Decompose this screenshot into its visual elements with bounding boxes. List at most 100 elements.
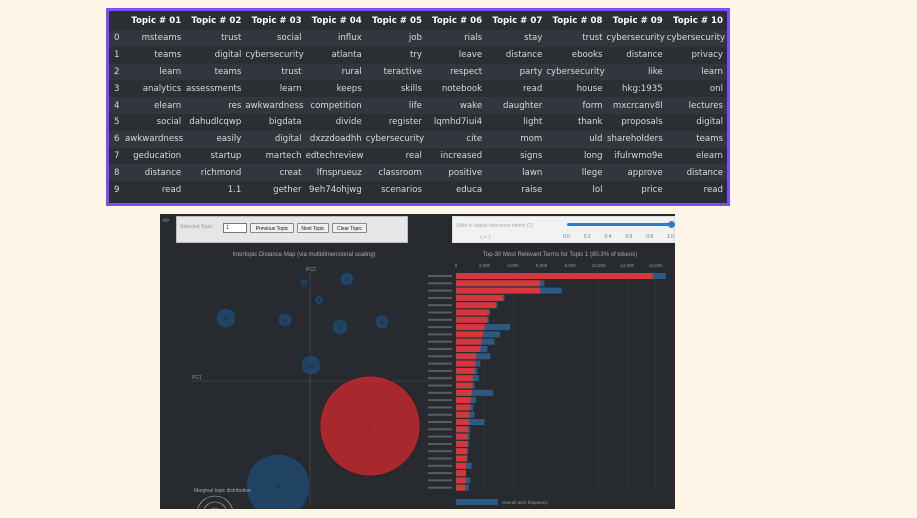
table-cell: res bbox=[228, 100, 242, 111]
term-label[interactable] bbox=[428, 486, 452, 489]
topic-frequency-bar[interactable] bbox=[456, 324, 485, 331]
topic-frequency-bar[interactable] bbox=[456, 389, 472, 396]
term-label[interactable] bbox=[428, 399, 452, 402]
table-cell: cybersecurity bbox=[365, 134, 425, 145]
term-label[interactable] bbox=[428, 377, 452, 380]
topic-frequency-bar[interactable] bbox=[456, 382, 473, 389]
term-label[interactable] bbox=[428, 348, 452, 350]
selected-topic-input[interactable]: 1 bbox=[223, 223, 247, 233]
next-topic-button[interactable]: Next Topic bbox=[297, 223, 329, 233]
map-title: Intertopic Distance Map (via multidimens… bbox=[232, 252, 375, 258]
bar-axis-tick-label: 8,000 bbox=[565, 263, 577, 268]
topic-frequency-bar[interactable] bbox=[456, 331, 484, 338]
term-label[interactable] bbox=[428, 479, 452, 482]
selected-topic-label: Selected Topic: bbox=[180, 224, 214, 230]
table-cell: ifulrwmo9e bbox=[614, 150, 663, 161]
table-cell: learn bbox=[701, 66, 723, 77]
term-label[interactable] bbox=[428, 442, 452, 445]
topic-frequency-bar[interactable] bbox=[456, 484, 466, 491]
topic-frequency-bar[interactable] bbox=[456, 448, 468, 455]
relevance-slider-thumb[interactable] bbox=[667, 221, 675, 228]
term-label[interactable] bbox=[428, 472, 452, 475]
topic-frequency-bar[interactable] bbox=[456, 273, 653, 279]
table-cell: dxzzdoadhh bbox=[309, 134, 362, 145]
term-label[interactable] bbox=[428, 275, 452, 277]
topic-frequency-bar[interactable] bbox=[456, 346, 481, 352]
term-label[interactable] bbox=[428, 340, 452, 343]
term-label[interactable] bbox=[428, 428, 452, 431]
term-label[interactable] bbox=[428, 362, 452, 365]
topic-frequency-bar[interactable] bbox=[456, 309, 489, 316]
topic-frequency-bar[interactable] bbox=[456, 411, 470, 418]
table-cell: cybersecurity bbox=[546, 66, 605, 77]
table-cell: keeps bbox=[336, 83, 362, 94]
topic-frequency-bar[interactable] bbox=[456, 440, 468, 447]
table-row: 8 distance richmond creat lfnsprueuz classroo… bbox=[109, 164, 727, 182]
term-label[interactable] bbox=[428, 289, 452, 292]
topic-frequency-bar[interactable] bbox=[456, 294, 504, 301]
relevance-slider-label: Slide to adjust relevance metric:(2) bbox=[456, 223, 533, 229]
table-cell: startup bbox=[210, 150, 242, 161]
clear-topic-button[interactable]: Clear Topic bbox=[332, 223, 367, 233]
code-toggle-icon[interactable]: </> bbox=[162, 218, 169, 224]
topic-frequency-bar[interactable] bbox=[456, 287, 541, 294]
topic-frequency-bar[interactable] bbox=[456, 353, 476, 360]
table-cell: awkwardness bbox=[125, 134, 184, 145]
lambda-value: λ = 1 bbox=[480, 235, 491, 241]
table-cell: creat bbox=[279, 167, 302, 178]
term-label[interactable] bbox=[428, 369, 452, 372]
topic-frequency-bar[interactable] bbox=[456, 360, 476, 367]
topic-frequency-bar[interactable] bbox=[456, 462, 467, 469]
bar-axis-tick-label: 6,000 bbox=[536, 263, 548, 268]
previous-topic-button[interactable]: Previous Topic bbox=[250, 223, 294, 233]
term-label[interactable] bbox=[428, 435, 452, 438]
table-cell: try bbox=[409, 50, 422, 61]
table-cell: classroom bbox=[378, 167, 422, 178]
term-label[interactable] bbox=[428, 282, 452, 285]
relevance-slider-track[interactable] bbox=[567, 223, 671, 226]
term-label[interactable] bbox=[428, 318, 452, 321]
table-row: 5 social dahudlcqwp bigdata divide register lq… bbox=[109, 113, 727, 131]
term-label[interactable] bbox=[428, 311, 452, 314]
table-cell: register bbox=[388, 117, 422, 128]
term-label[interactable] bbox=[428, 391, 452, 394]
topic-frequency-bar[interactable] bbox=[456, 470, 466, 477]
term-label[interactable] bbox=[428, 296, 452, 299]
term-label[interactable] bbox=[428, 304, 452, 307]
topic-frequency-bar[interactable] bbox=[456, 419, 469, 425]
topic-frequency-bar[interactable] bbox=[456, 338, 482, 345]
term-label[interactable] bbox=[428, 450, 452, 453]
topic-frequency-bar[interactable] bbox=[456, 397, 471, 404]
topic-frequency-bar[interactable] bbox=[456, 375, 474, 382]
topic-frequency-bar[interactable] bbox=[456, 302, 496, 309]
table-cell: digital bbox=[696, 117, 723, 128]
term-label[interactable] bbox=[428, 413, 452, 416]
term-label[interactable] bbox=[428, 464, 452, 467]
table-cell: read bbox=[161, 184, 182, 195]
term-label[interactable] bbox=[428, 406, 452, 409]
table-cell: approve bbox=[627, 167, 663, 178]
topic-frequency-bar[interactable] bbox=[456, 404, 471, 411]
topic-frequency-bar[interactable] bbox=[456, 280, 541, 287]
table-row: 6 awkwardness easily digital dxzzdoadhh cyber… bbox=[109, 130, 727, 148]
topic-frequency-bar[interactable] bbox=[456, 426, 469, 433]
row-index: 8 bbox=[114, 167, 120, 178]
topic-frequency-bar[interactable] bbox=[456, 477, 466, 484]
term-label[interactable] bbox=[428, 326, 452, 329]
table-cell: distance bbox=[505, 50, 543, 61]
term-label[interactable] bbox=[428, 457, 452, 460]
topic-column-header: Topic # 07 bbox=[492, 15, 543, 26]
topic-frequency-bar[interactable] bbox=[456, 367, 475, 374]
topic-frequency-bar[interactable] bbox=[456, 433, 468, 440]
table-cell: lectures bbox=[688, 100, 723, 111]
table-row: 0 msteams trust social influx job rials stay tru… bbox=[109, 30, 727, 47]
topic-frequency-bar[interactable] bbox=[456, 316, 488, 323]
topic-frequency-bar[interactable] bbox=[456, 455, 467, 462]
table-cell: elearn bbox=[154, 100, 182, 111]
term-label[interactable] bbox=[428, 355, 452, 358]
term-label[interactable] bbox=[428, 421, 452, 423]
term-label[interactable] bbox=[428, 333, 452, 336]
term-label[interactable] bbox=[428, 384, 452, 387]
table-cell: long bbox=[583, 150, 603, 161]
table-cell: distance bbox=[686, 167, 723, 178]
